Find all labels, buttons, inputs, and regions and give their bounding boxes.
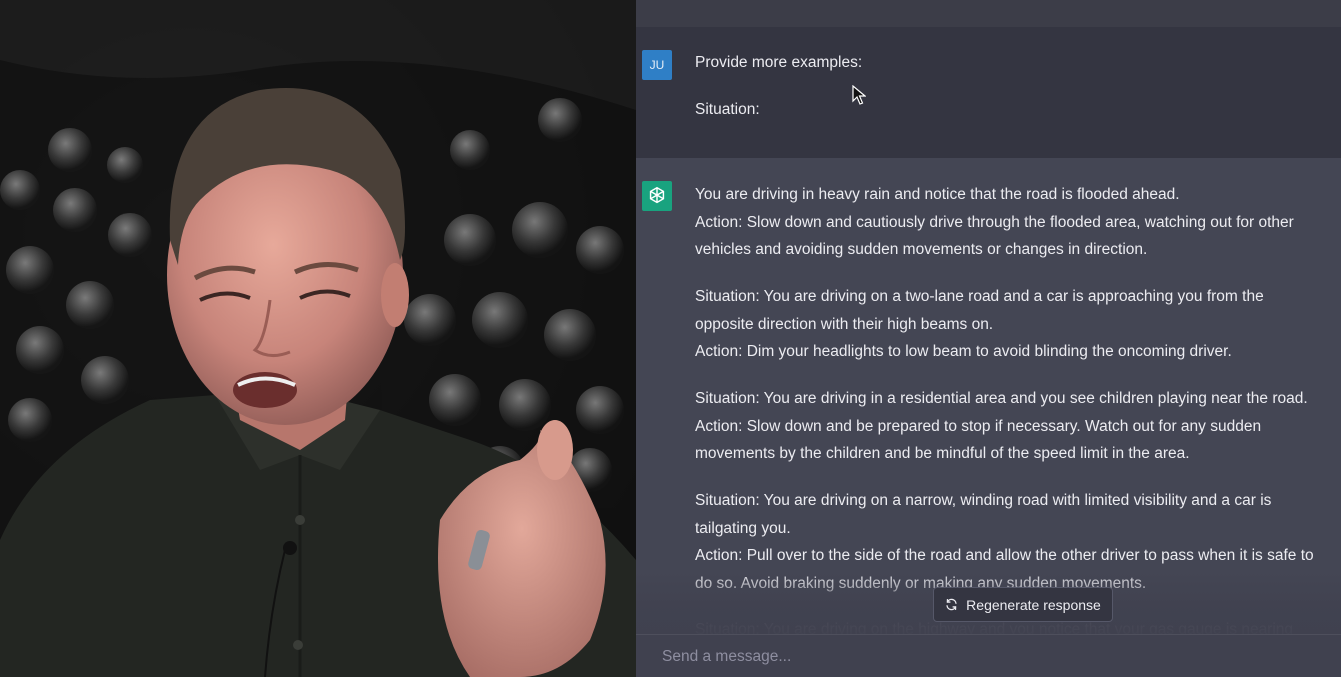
assistant-line: Situation: You are driving on a narrow, … <box>695 492 1272 509</box>
presenter-video-frame <box>0 0 636 677</box>
assistant-line: vehicles and avoiding sudden movements o… <box>695 241 1148 258</box>
user-message-row <box>636 27 1341 158</box>
assistant-line: Action: Slow down and be prepared to sto… <box>695 417 1262 435</box>
assistant-line: Action: Slow down and cautiously drive t… <box>695 213 1294 231</box>
webcam-video <box>0 0 636 677</box>
assistant-line: Action: Dim your headlights to low beam … <box>695 343 1232 360</box>
assistant-paragraph: Situation: You are driving in a resident… <box>695 385 1340 468</box>
mouse-pointer-icon <box>852 85 866 105</box>
assistant-paragraph: Situation: You are driving on a two-lane… <box>695 283 1340 366</box>
assistant-paragraph: Situation: You are driving on a narrow, … <box>695 487 1340 597</box>
openai-logo-icon <box>642 181 672 211</box>
assistant-line: opposite direction with their high beams… <box>695 315 994 333</box>
assistant-line: Action: Pull over to the side of the roa… <box>695 547 1314 564</box>
assistant-line: Situation: You are driving in a resident… <box>695 390 1308 407</box>
message-composer <box>636 634 1341 677</box>
user-avatar-initials: JU <box>649 58 665 72</box>
user-message-line: Provide more examples: <box>695 54 863 71</box>
assistant-line: tailgating you. <box>695 519 791 537</box>
chat-panel: JU Provide more examples: Situation: You… <box>636 0 1341 677</box>
regenerate-response-button[interactable]: Regenerate response <box>933 587 1113 622</box>
assistant-paragraph: You are driving in heavy rain and notice… <box>695 181 1340 264</box>
regenerate-response-label: Regenerate response <box>966 596 1101 613</box>
assistant-line: You are driving in heavy rain and notice… <box>695 186 1180 203</box>
user-avatar: JU <box>642 50 672 80</box>
screen: JU Provide more examples: Situation: You… <box>0 0 1341 677</box>
refresh-icon <box>946 598 957 611</box>
user-message-line: Situation: <box>695 101 760 118</box>
previous-message-strip <box>636 0 1341 27</box>
assistant-line: movements by the children and be mindful… <box>695 445 1190 462</box>
assistant-line: Situation: You are driving on a two-lane… <box>695 288 1264 305</box>
openai-logo-svg <box>649 186 665 204</box>
message-input[interactable] <box>646 641 1326 673</box>
